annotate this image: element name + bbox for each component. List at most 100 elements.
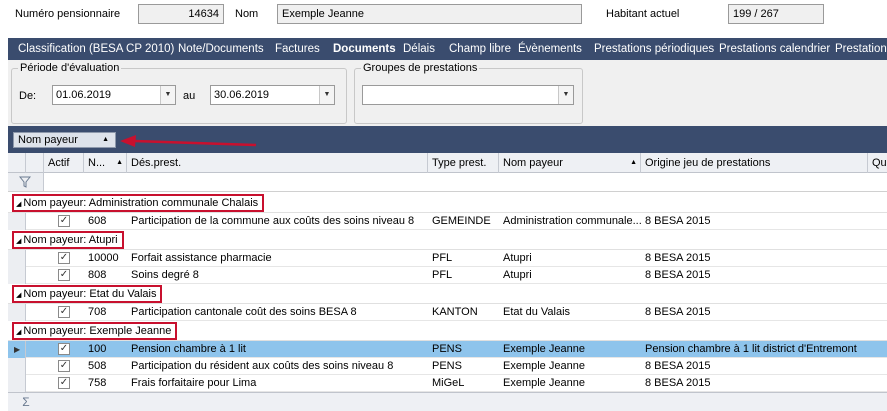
cell-payeur: Atupri (503, 252, 532, 264)
row-indicator[interactable] (8, 304, 26, 321)
table-row[interactable]: ✓ 758 Frais forfaitaire pour Lima MiGeL Exem… (8, 375, 887, 392)
chevron-down-icon[interactable]: ▼ (558, 86, 573, 104)
group-row-label[interactable]: ◢ Nom payeur: Exemple Jeanne (12, 322, 178, 340)
group-by-chip-label: Nom payeur (18, 134, 78, 146)
collapse-triangle-icon[interactable]: ◢ (16, 201, 21, 208)
collapse-triangle-icon[interactable]: ◢ (16, 329, 21, 336)
table-row[interactable]: ✓ 10000 Forfait assistance pharmacie PFL Atu… (8, 250, 887, 267)
chevron-down-icon[interactable]: ▼ (160, 86, 175, 104)
col-header-type[interactable]: Type prest. (428, 153, 499, 173)
grid-header: Actif N... ▲ Dés.prest. Type prest. Nom p… (8, 153, 887, 173)
tab-0[interactable]: Classification (BESA CP 2010) (18, 38, 174, 60)
col-header-payer[interactable]: Nom payeur ▲ (499, 153, 641, 173)
group-row[interactable]: ◢ Nom payeur: Exemple Jeanne (8, 321, 887, 341)
table-row[interactable]: ✓ 808 Soins degré 8 PFL Atupri 8 BESA 2015 (8, 267, 887, 284)
date-to-select[interactable]: 30.06.2019 ▼ (210, 85, 335, 105)
resident-number-field[interactable]: 14634 (138, 4, 224, 24)
cell-type: GEMEINDE (432, 215, 491, 227)
cell-num: 100 (88, 343, 107, 355)
group-row-label[interactable]: ◢ Nom payeur: Atupri (12, 231, 124, 249)
tab-2[interactable]: Factures (275, 38, 320, 60)
tab-6[interactable]: Évènements (518, 38, 582, 60)
row-indicator[interactable] (8, 250, 26, 267)
group-row[interactable]: ◢ Nom payeur: Administration communale Ch… (8, 193, 887, 213)
tab-1[interactable]: Note/Documents (178, 38, 264, 60)
cell-num: 608 (88, 215, 107, 227)
filter-icon[interactable] (19, 176, 31, 188)
summary-row: Σ (8, 392, 887, 411)
col-header-origin[interactable]: Origine jeu de prestations (641, 153, 868, 173)
group-label-text: Nom payeur: Exemple Jeanne (23, 325, 172, 337)
col-header-quantity[interactable]: Qu (868, 153, 887, 173)
sort-asc-icon: ▲ (102, 136, 109, 143)
active-checkbox[interactable]: ✓ (58, 377, 70, 389)
service-groups-select[interactable]: ▼ (362, 85, 574, 105)
table-row[interactable]: ✓ 708 Participation cantonale coût des soi… (8, 304, 887, 321)
active-checkbox[interactable]: ✓ (58, 343, 70, 355)
col-header-designation[interactable]: Dés.prest. (127, 153, 428, 173)
tab-5[interactable]: Champ libre (449, 38, 511, 60)
col-header-payer-label: Nom payeur (503, 157, 563, 169)
cell-type: PFL (432, 252, 453, 264)
row-indicator[interactable] (8, 358, 26, 375)
col-header-number-label: N... (88, 157, 106, 169)
sum-icon[interactable]: Σ (14, 395, 38, 409)
cell-origine: 8 BESA 2015 (645, 377, 711, 389)
cell-origine: 8 BESA 2015 (645, 306, 711, 318)
group-row[interactable]: ◢ Nom payeur: Etat du Valais (8, 284, 887, 304)
group-label-text: Nom payeur: Administration communale Cha… (23, 197, 259, 209)
col-header-spacer (26, 153, 44, 173)
active-checkbox[interactable]: ✓ (58, 306, 70, 318)
cell-des: Participation cantonale coût des soins B… (131, 306, 357, 318)
services-grid: Nom payeur ▲ Actif N... ▲ Dés.prest. Type … (8, 126, 887, 411)
col-header-number[interactable]: N... ▲ (84, 153, 127, 173)
group-label-text: Nom payeur: Etat du Valais (23, 288, 157, 300)
filter-panel: Période d'évaluation De: 01.06.2019 ▼ au … (8, 60, 887, 126)
table-row[interactable]: ▶ ✓ 100 Pension chambre à 1 lit PENS Exemple … (8, 341, 887, 358)
tab-4[interactable]: Délais (403, 38, 435, 60)
cell-des: Forfait assistance pharmacie (131, 252, 272, 264)
row-indicator[interactable] (8, 267, 26, 284)
cell-type: PFL (432, 269, 453, 281)
collapse-triangle-icon[interactable]: ◢ (16, 292, 21, 299)
table-row[interactable]: ✓ 508 Participation du résident aux coûts … (8, 358, 887, 375)
tab-8[interactable]: Prestations calendrier (719, 38, 830, 60)
cell-origine: 8 BESA 2015 (645, 215, 711, 227)
cell-type: PENS (432, 343, 462, 355)
group-row-label[interactable]: ◢ Nom payeur: Administration communale Ch… (12, 194, 265, 212)
current-resident-field[interactable]: 199 / 267 (728, 4, 824, 24)
filter-row (8, 173, 887, 192)
active-checkbox[interactable]: ✓ (58, 269, 70, 281)
to-label: au (183, 90, 196, 102)
row-indicator[interactable]: ▶ (8, 341, 26, 358)
sort-asc-icon: ▲ (630, 159, 637, 166)
active-checkbox[interactable]: ✓ (58, 215, 70, 227)
collapse-triangle-icon[interactable]: ◢ (16, 238, 21, 245)
current-resident-label: Habitant actuel (606, 8, 680, 20)
table-row[interactable]: ✓ 608 Participation de la commune aux coût… (8, 213, 887, 230)
cell-payeur: Exemple Jeanne (503, 377, 585, 389)
filter-row-indicator[interactable] (8, 173, 44, 191)
chevron-down-icon[interactable]: ▼ (319, 86, 334, 104)
row-indicator[interactable] (8, 375, 26, 392)
name-field[interactable]: Exemple Jeanne (277, 4, 582, 24)
group-row-label[interactable]: ◢ Nom payeur: Etat du Valais (12, 285, 163, 303)
cell-num: 10000 (88, 252, 119, 264)
from-label: De: (19, 90, 37, 102)
tab-7[interactable]: Prestations périodiques (594, 38, 714, 60)
col-header-actif[interactable]: Actif (44, 153, 84, 173)
date-from-select[interactable]: 01.06.2019 ▼ (52, 85, 176, 105)
evaluation-period-label: Période d'évaluation (18, 62, 122, 74)
row-indicator-header (8, 153, 26, 173)
group-by-chip-payer[interactable]: Nom payeur ▲ (13, 132, 116, 148)
cell-origine: Pension chambre à 1 lit district d'Entre… (645, 343, 857, 355)
active-checkbox[interactable]: ✓ (58, 252, 70, 264)
group-row[interactable]: ◢ Nom payeur: Atupri (8, 230, 887, 250)
tab-bar: Classification (BESA CP 2010) Note/Docume… (8, 38, 887, 60)
cell-des: Pension chambre à 1 lit (131, 343, 246, 355)
cell-type: KANTON (432, 306, 478, 318)
row-indicator[interactable] (8, 213, 26, 230)
tab-9[interactable]: Prestations (835, 38, 887, 60)
active-checkbox[interactable]: ✓ (58, 360, 70, 372)
tab-3[interactable]: Documents (333, 38, 396, 60)
